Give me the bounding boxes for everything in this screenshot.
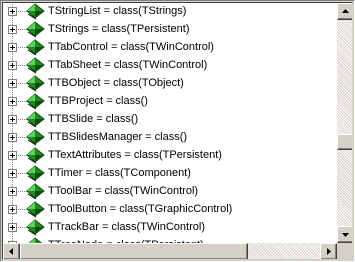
green-diamond-class-icon (24, 182, 46, 200)
arrow-down-icon (342, 233, 349, 237)
scroll-left-button[interactable] (3, 243, 20, 259)
scroll-down-button[interactable] (337, 226, 352, 243)
tree-node-label[interactable]: TStringList = class(TStrings) (48, 4, 186, 18)
plus-expander-icon[interactable] (8, 223, 17, 232)
vertical-scroll-thumb[interactable] (337, 134, 352, 150)
plus-expander-icon[interactable] (8, 187, 17, 196)
tree-node-label[interactable]: TTrackBar = class(TWinControl) (48, 220, 205, 234)
class-tree-view[interactable]: TStringList = class(TStrings) TStrings = … (3, 3, 337, 243)
tree-node[interactable]: TTextAttributes = class(TPersistent) (3, 146, 337, 164)
plus-expander-icon[interactable] (8, 79, 17, 88)
tree-node-label[interactable]: TTimer = class(TComponent) (48, 166, 191, 180)
tree-node-label[interactable]: TTextAttributes = class(TPersistent) (48, 148, 222, 162)
green-diamond-class-icon (24, 20, 46, 38)
tree-node[interactable]: TTBProject = class() (3, 92, 337, 110)
tree-frame: TStringList = class(TStrings) TStrings = … (0, 0, 355, 262)
tree-node[interactable]: TTreeNode = class(TPersistent) (3, 236, 337, 243)
scroll-right-button[interactable] (320, 243, 337, 259)
tree-node-label[interactable]: TTBObject = class(TObject) (48, 76, 184, 90)
tree-node[interactable]: TTabSheet = class(TWinControl) (3, 56, 337, 74)
tree-node-label[interactable]: TToolButton = class(TGraphicControl) (48, 202, 232, 216)
tree-node[interactable]: TTBSlide = class() (3, 110, 337, 128)
green-diamond-class-icon (24, 74, 46, 92)
green-diamond-class-icon (24, 164, 46, 182)
tree-node-label[interactable]: TToolBar = class(TWinControl) (48, 184, 198, 198)
plus-expander-icon[interactable] (8, 43, 17, 52)
arrow-up-icon (342, 9, 349, 13)
tree-node[interactable]: TStrings = class(TPersistent) (3, 20, 337, 38)
green-diamond-class-icon (24, 110, 46, 128)
tree-node-label[interactable]: TTabSheet = class(TWinControl) (48, 58, 207, 72)
arrow-left-icon (9, 248, 13, 255)
tree-node[interactable]: TTabControl = class(TWinControl) (3, 38, 337, 56)
tree-node-label[interactable]: TTabControl = class(TWinControl) (48, 40, 214, 54)
tree-node[interactable]: TTBSlidesManager = class() (3, 128, 337, 146)
horizontal-scroll-thumb[interactable] (20, 243, 248, 259)
tree-node-label[interactable]: TStrings = class(TPersistent) (48, 22, 190, 36)
tree-node-label[interactable]: TTBSlidesManager = class() (48, 130, 187, 144)
tree-node[interactable]: TStringList = class(TStrings) (3, 3, 337, 20)
green-diamond-class-icon (24, 56, 46, 74)
vertical-scrollbar[interactable] (337, 3, 352, 243)
plus-expander-icon[interactable] (8, 97, 17, 106)
tree-node-label[interactable]: TTBProject = class() (48, 94, 148, 108)
green-diamond-class-icon (24, 3, 46, 20)
tree-node[interactable]: TTrackBar = class(TWinControl) (3, 218, 337, 236)
plus-expander-icon[interactable] (8, 115, 17, 124)
green-diamond-class-icon (24, 236, 46, 243)
green-diamond-class-icon (24, 218, 46, 236)
green-diamond-class-icon (24, 92, 46, 110)
tree-node[interactable]: TToolButton = class(TGraphicControl) (3, 200, 337, 218)
tree-node[interactable]: TToolBar = class(TWinControl) (3, 182, 337, 200)
plus-expander-icon[interactable] (8, 169, 17, 178)
scrollbar-corner (337, 243, 352, 259)
tree-node-label[interactable]: TTBSlide = class() (48, 112, 138, 126)
green-diamond-class-icon (24, 38, 46, 56)
plus-expander-icon[interactable] (8, 61, 17, 70)
plus-expander-icon[interactable] (8, 7, 17, 16)
plus-expander-icon[interactable] (8, 151, 17, 160)
horizontal-scrollbar[interactable] (3, 243, 337, 259)
plus-expander-icon[interactable] (8, 133, 17, 142)
green-diamond-class-icon (24, 200, 46, 218)
plus-expander-icon[interactable] (8, 205, 17, 214)
tree-container: TStringList = class(TStrings) TStrings = … (2, 2, 353, 260)
green-diamond-class-icon (24, 128, 46, 146)
tree-node[interactable]: TTBObject = class(TObject) (3, 74, 337, 92)
scroll-up-button[interactable] (337, 3, 352, 20)
arrow-right-icon (327, 248, 331, 255)
green-diamond-class-icon (24, 146, 46, 164)
tree-node[interactable]: TTimer = class(TComponent) (3, 164, 337, 182)
plus-expander-icon[interactable] (8, 25, 17, 34)
